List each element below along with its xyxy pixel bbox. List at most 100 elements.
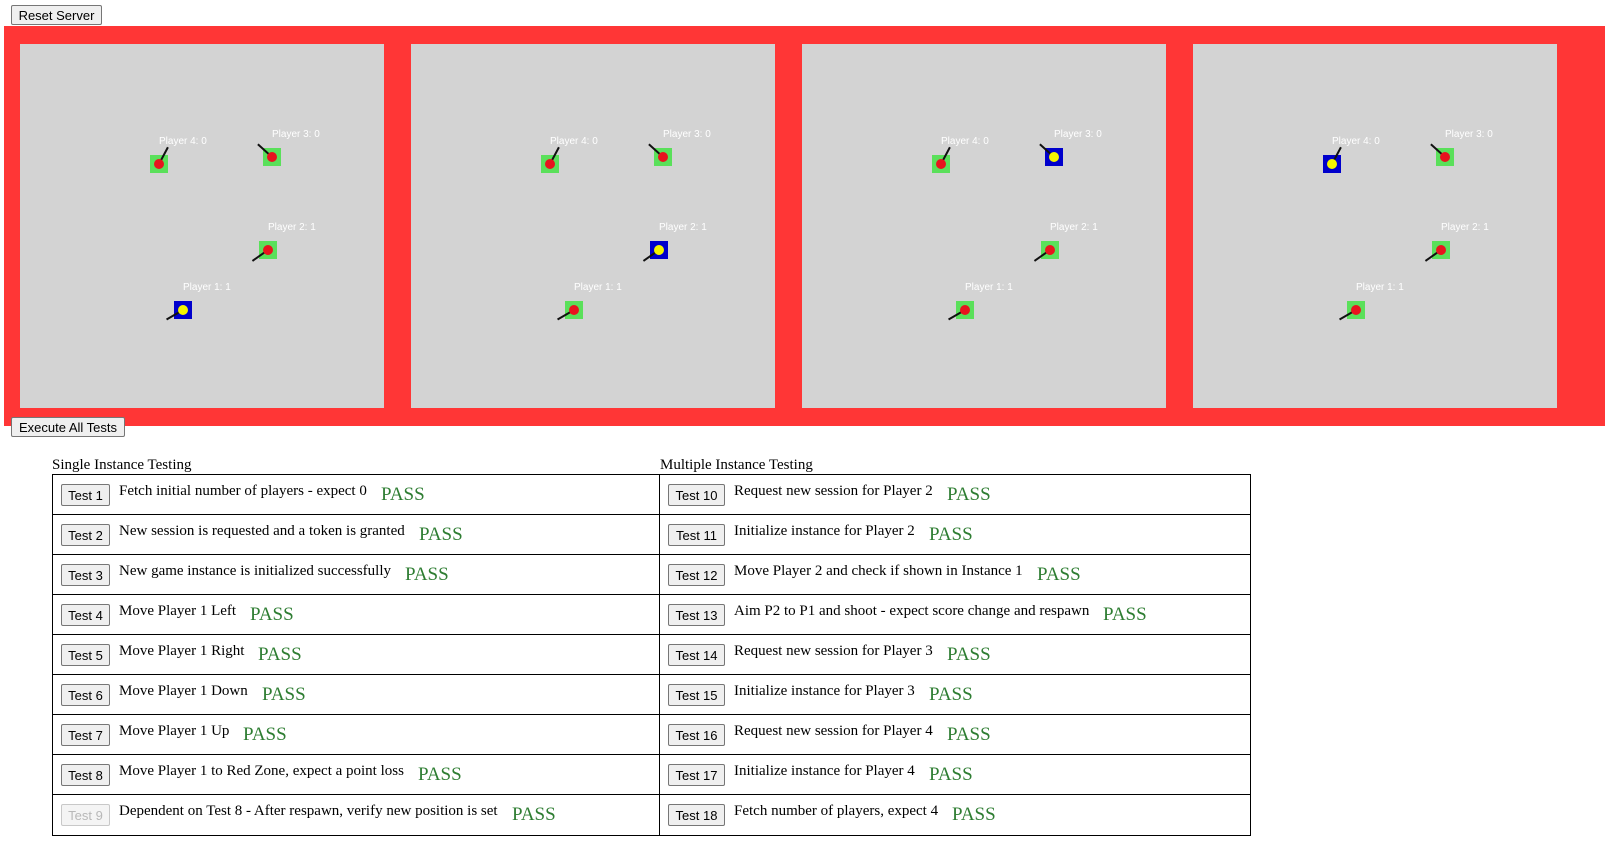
test-description: Fetch number of players, expect 4 <box>734 803 939 819</box>
player-core-icon <box>936 159 946 169</box>
player-core-icon <box>178 305 188 315</box>
run-test-button[interactable]: Test 7 <box>61 724 110 746</box>
test-row: Test 8 Move Player 1 to Red Zone, expect … <box>53 755 659 795</box>
player-core-icon <box>154 159 164 169</box>
run-test-button: Test 9 <box>61 804 110 826</box>
run-test-button[interactable]: Test 16 <box>668 724 725 746</box>
test-description: Move Player 1 Down <box>119 683 248 699</box>
test-status: PASS <box>258 644 302 665</box>
test-description: Request new session for Player 4 <box>734 723 933 739</box>
run-test-button[interactable]: Test 5 <box>61 644 110 666</box>
test-status: PASS <box>405 564 449 585</box>
player-core-icon <box>1436 245 1446 255</box>
player-score-label: Player 1: 1 <box>183 282 231 293</box>
test-row: Test 6 Move Player 1 Down PASS <box>53 675 659 715</box>
reset-server-button[interactable]: Reset Server <box>11 5 102 25</box>
test-row: Test 12 Move Player 2 and check if shown … <box>660 555 1250 595</box>
test-row: Test 2 New session is requested and a tok… <box>53 515 659 555</box>
game-instance-3[interactable]: Player 4: 0 Player 3: 0 Player 2: 1 Player … <box>802 44 1166 408</box>
player-score-label: Player 1: 1 <box>965 282 1013 293</box>
test-description: Move Player 1 Up <box>119 723 230 739</box>
test-row: Test 7 Move Player 1 Up PASS <box>53 715 659 755</box>
player-score-label: Player 2: 1 <box>268 222 316 233</box>
single-instance-test-table: Test 1 Fetch initial number of players - … <box>52 474 660 836</box>
player-core-icon <box>1351 305 1361 315</box>
run-test-button[interactable]: Test 17 <box>668 764 725 786</box>
player-score-label: Player 1: 1 <box>1356 282 1404 293</box>
single-instance-title: Single Instance Testing <box>52 457 192 473</box>
test-description: Move Player 1 to Red Zone, expect a poin… <box>119 763 404 779</box>
test-row: Test 9 Dependent on Test 8 - After respaw… <box>53 795 659 835</box>
test-status: PASS <box>929 524 973 545</box>
test-description: Move Player 1 Left <box>119 603 237 619</box>
test-row: Test 1 Fetch initial number of players - … <box>53 475 659 515</box>
test-row: Test 15 Initialize instance for Player 3 P… <box>660 675 1250 715</box>
test-description: Initialize instance for Player 4 <box>734 763 915 779</box>
execute-all-tests-button[interactable]: Execute All Tests <box>11 417 125 437</box>
test-status: PASS <box>418 764 462 785</box>
player-score-label: Player 3: 0 <box>272 129 320 140</box>
player-score-label: Player 2: 1 <box>659 222 707 233</box>
player-core-icon <box>1327 159 1337 169</box>
test-status: PASS <box>1037 564 1081 585</box>
run-test-button[interactable]: Test 1 <box>61 484 110 506</box>
test-description: Aim P2 to P1 and shoot - expect score ch… <box>734 603 1090 619</box>
test-status: PASS <box>952 804 996 825</box>
game-instance-2[interactable]: Player 4: 0 Player 3: 0 Player 2: 1 Player … <box>411 44 775 408</box>
run-test-button[interactable]: Test 6 <box>61 684 110 706</box>
test-row: Test 16 Request new session for Player 4 P… <box>660 715 1250 755</box>
player-core-icon <box>1049 152 1059 162</box>
player-core-icon <box>263 245 273 255</box>
player-core-icon <box>654 245 664 255</box>
run-test-button[interactable]: Test 11 <box>668 524 725 546</box>
multiple-instance-title: Multiple Instance Testing <box>660 457 813 473</box>
test-row: Test 3 New game instance is initialized s… <box>53 555 659 595</box>
player-core-icon <box>1440 152 1450 162</box>
test-row: Test 5 Move Player 1 Right PASS <box>53 635 659 675</box>
multiple-instance-test-table: Test 10 Request new session for Player 2 P… <box>659 474 1251 836</box>
player-core-icon <box>960 305 970 315</box>
run-test-button[interactable]: Test 14 <box>668 644 725 666</box>
test-description: Fetch initial number of players - expect… <box>119 483 367 499</box>
test-status: PASS <box>243 724 287 745</box>
player-score-label: Player 3: 0 <box>1054 129 1102 140</box>
test-status: PASS <box>929 684 973 705</box>
test-description: Move Player 2 and check if shown in Inst… <box>734 563 1023 579</box>
player-core-icon <box>545 159 555 169</box>
player-score-label: Player 4: 0 <box>159 136 207 147</box>
player-score-label: Player 4: 0 <box>941 136 989 147</box>
test-status: PASS <box>381 484 425 505</box>
test-row: Test 13 Aim P2 to P1 and shoot - expect s… <box>660 595 1250 635</box>
run-test-button[interactable]: Test 13 <box>668 604 725 626</box>
player-core-icon <box>1045 245 1055 255</box>
player-score-label: Player 3: 0 <box>1445 129 1493 140</box>
player-score-label: Player 2: 1 <box>1050 222 1098 233</box>
test-status: PASS <box>1103 604 1147 625</box>
test-row: Test 11 Initialize instance for Player 2 P… <box>660 515 1250 555</box>
run-test-button[interactable]: Test 18 <box>668 804 725 826</box>
run-test-button[interactable]: Test 2 <box>61 524 110 546</box>
player-core-icon <box>267 152 277 162</box>
run-test-button[interactable]: Test 15 <box>668 684 725 706</box>
run-test-button[interactable]: Test 10 <box>668 484 725 506</box>
player-core-icon <box>569 305 579 315</box>
test-status: PASS <box>947 724 991 745</box>
run-test-button[interactable]: Test 3 <box>61 564 110 586</box>
test-row: Test 18 Fetch number of players, expect 4… <box>660 795 1250 835</box>
test-description: New game instance is initialized success… <box>119 563 391 579</box>
test-status: PASS <box>947 484 991 505</box>
run-test-button[interactable]: Test 12 <box>668 564 725 586</box>
run-test-button[interactable]: Test 4 <box>61 604 110 626</box>
test-description: Initialize instance for Player 3 <box>734 683 915 699</box>
player-score-label: Player 2: 1 <box>1441 222 1489 233</box>
player-core-icon <box>658 152 668 162</box>
test-row: Test 10 Request new session for Player 2 P… <box>660 475 1250 515</box>
game-arena: Player 4: 0 Player 3: 0 Player 2: 1 Player … <box>4 26 1605 426</box>
player-score-label: Player 4: 0 <box>550 136 598 147</box>
run-test-button[interactable]: Test 8 <box>61 764 110 786</box>
player-score-label: Player 3: 0 <box>663 129 711 140</box>
player-score-label: Player 4: 0 <box>1332 136 1380 147</box>
game-instance-1[interactable]: Player 4: 0 Player 3: 0 Player 2: 1 Player … <box>20 44 384 408</box>
game-instance-4[interactable]: Player 4: 0 Player 3: 0 Player 2: 1 Player … <box>1193 44 1557 408</box>
player-score-label: Player 1: 1 <box>574 282 622 293</box>
